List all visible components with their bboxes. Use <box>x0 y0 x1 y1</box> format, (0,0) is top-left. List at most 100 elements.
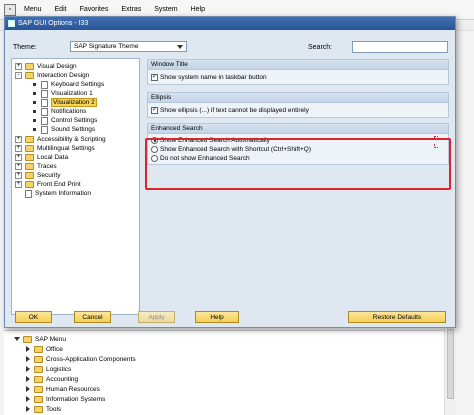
nav-item-front-end-print[interactable]: + Front End Print <box>15 180 81 189</box>
group-window-title: Window Title ✓ Show system name in taskb… <box>147 59 449 85</box>
folder-icon <box>34 345 43 353</box>
collapse-icon[interactable]: - <box>15 72 22 79</box>
nav-item-label: Keyboard Settings <box>51 81 105 88</box>
nav-item-label: Sound Settings <box>51 126 96 133</box>
menu-menu[interactable]: Menu <box>24 6 42 13</box>
menu-extras[interactable]: Extras <box>121 6 141 13</box>
expand-icon[interactable]: + <box>15 172 22 179</box>
folder-icon <box>25 181 34 188</box>
nav-item-keyboard-settings[interactable]: Keyboard Settings <box>33 80 104 89</box>
checkbox-checked-icon[interactable]: ✓ <box>151 74 158 81</box>
nav-item-label: Traces <box>37 163 57 170</box>
dialog-title: SAP GUI Options - I33 <box>18 20 89 27</box>
search-input[interactable] <box>352 41 448 53</box>
tree-item-label: Logistics <box>46 365 72 373</box>
menu-edit[interactable]: Edit <box>55 6 67 13</box>
page-icon <box>41 107 48 116</box>
main-scrollbar[interactable] <box>444 325 456 415</box>
folder-icon <box>34 405 43 413</box>
expand-icon[interactable]: + <box>15 163 22 170</box>
nav-item-traces[interactable]: + Traces <box>15 162 57 171</box>
nav-item-label: Accessibility & Scripting <box>37 136 106 143</box>
nav-item-system-information[interactable]: System Information <box>25 189 91 198</box>
expand-icon[interactable]: + <box>15 154 22 161</box>
checkbox-label: Show ellipsis (...) if text cannot be di… <box>160 107 309 114</box>
nav-item-label: Visualization 2 <box>51 98 97 107</box>
restore-defaults-button[interactable]: Restore Defaults <box>348 311 446 323</box>
menu-system[interactable]: System <box>154 6 177 13</box>
collapse-arrow-icon[interactable] <box>26 366 30 372</box>
nav-item-label: Visual Design <box>37 63 77 70</box>
expand-icon[interactable]: + <box>15 181 22 188</box>
theme-dropdown[interactable]: SAP Signature Theme <box>70 41 187 52</box>
tree-item-label: Cross-Application Components <box>46 355 136 363</box>
folder-icon <box>25 163 34 170</box>
dialog-titlebar[interactable]: SAP GUI Options - I33 <box>5 17 455 30</box>
collapse-arrow-icon[interactable] <box>26 376 30 382</box>
folder-open-icon <box>25 72 34 79</box>
folder-icon <box>34 355 43 363</box>
tree-item-label: Office <box>46 345 63 353</box>
bullet-icon <box>33 110 36 113</box>
nav-item-sound-settings[interactable]: Sound Settings <box>33 125 95 134</box>
nav-item-security[interactable]: + Security <box>15 171 60 180</box>
collapse-arrow-icon[interactable] <box>26 396 30 402</box>
expand-arrow-icon[interactable] <box>14 337 20 341</box>
tree-item[interactable]: Tools <box>26 404 61 414</box>
ok-button[interactable]: OK <box>15 311 52 323</box>
show-ellipsis-checkbox[interactable]: ✓ Show ellipsis (...) if text cannot be … <box>151 106 309 115</box>
nav-item-visualization-2[interactable]: Visualization 2 <box>33 98 97 107</box>
tree-item[interactable]: Human Resources <box>26 384 100 394</box>
folder-icon <box>25 145 34 152</box>
nav-item-label: Security <box>37 172 61 179</box>
collapse-arrow-icon[interactable] <box>26 346 30 352</box>
menu-help[interactable]: Help <box>191 6 205 13</box>
apply-button-label: Apply <box>148 313 165 321</box>
menu-favorites[interactable]: Favorites <box>80 6 109 13</box>
nav-item-visual-design[interactable]: + Visual Design <box>15 62 77 71</box>
cancel-button-label: Cancel <box>82 313 103 321</box>
folder-icon <box>34 395 43 403</box>
tree-item[interactable]: Office <box>26 344 63 354</box>
apply-button[interactable]: Apply <box>138 311 175 323</box>
tree-item-label: Tools <box>46 405 62 413</box>
collapse-arrow-icon[interactable] <box>26 386 30 392</box>
scrollbar-thumb[interactable] <box>447 329 454 399</box>
nav-item-control-settings[interactable]: Control Settings <box>33 116 97 125</box>
folder-icon <box>25 154 34 161</box>
tree-item[interactable]: Cross-Application Components <box>26 354 136 364</box>
options-nav-tree: + Visual Design - Interaction Design Keybo… <box>11 58 140 315</box>
group-header: Enhanced Search <box>148 124 448 134</box>
group-header: Window Title <box>148 60 448 70</box>
chevron-down-icon[interactable] <box>177 45 183 49</box>
nav-item-local-data[interactable]: + Local Data <box>15 153 68 162</box>
tree-root[interactable]: SAP Menu <box>14 334 66 344</box>
show-system-name-checkbox[interactable]: ✓ Show system name in taskbar button <box>151 73 267 82</box>
bullet-icon <box>33 101 36 104</box>
expand-icon[interactable]: + <box>15 136 22 143</box>
nav-item-interaction-design[interactable]: - Interaction Design <box>15 71 89 80</box>
nav-item-multilingual[interactable]: + Multilingual Settings <box>15 144 95 153</box>
page-icon <box>41 98 48 107</box>
tree-item[interactable]: Accounting <box>26 374 78 384</box>
nav-item-label: Interaction Design <box>37 72 90 79</box>
expand-icon[interactable]: + <box>15 145 22 152</box>
collapse-arrow-icon[interactable] <box>26 356 30 362</box>
page-icon <box>41 116 48 125</box>
expand-icon[interactable]: + <box>15 63 22 70</box>
tree-item[interactable]: Information Systems <box>26 394 105 404</box>
collapse-arrow-icon[interactable] <box>26 406 30 412</box>
help-button-label: Help <box>210 313 224 321</box>
nav-item-label: System Information <box>35 190 91 197</box>
nav-item-label: Control Settings <box>51 117 98 124</box>
checkbox-checked-icon[interactable]: ✓ <box>151 107 158 114</box>
tree-item-label: Information Systems <box>46 395 106 403</box>
nav-item-visualization-1[interactable]: Visualization 1 <box>33 89 93 98</box>
cancel-button[interactable]: Cancel <box>74 311 111 323</box>
nav-item-accessibility[interactable]: + Accessibility & Scripting <box>15 135 106 144</box>
sap-logo-icon[interactable]: ▫ <box>4 3 16 16</box>
nav-item-notifications[interactable]: Notifications <box>33 107 86 116</box>
tree-item[interactable]: Logistics <box>26 364 71 374</box>
help-button[interactable]: Help <box>195 311 239 323</box>
bullet-icon <box>33 119 36 122</box>
